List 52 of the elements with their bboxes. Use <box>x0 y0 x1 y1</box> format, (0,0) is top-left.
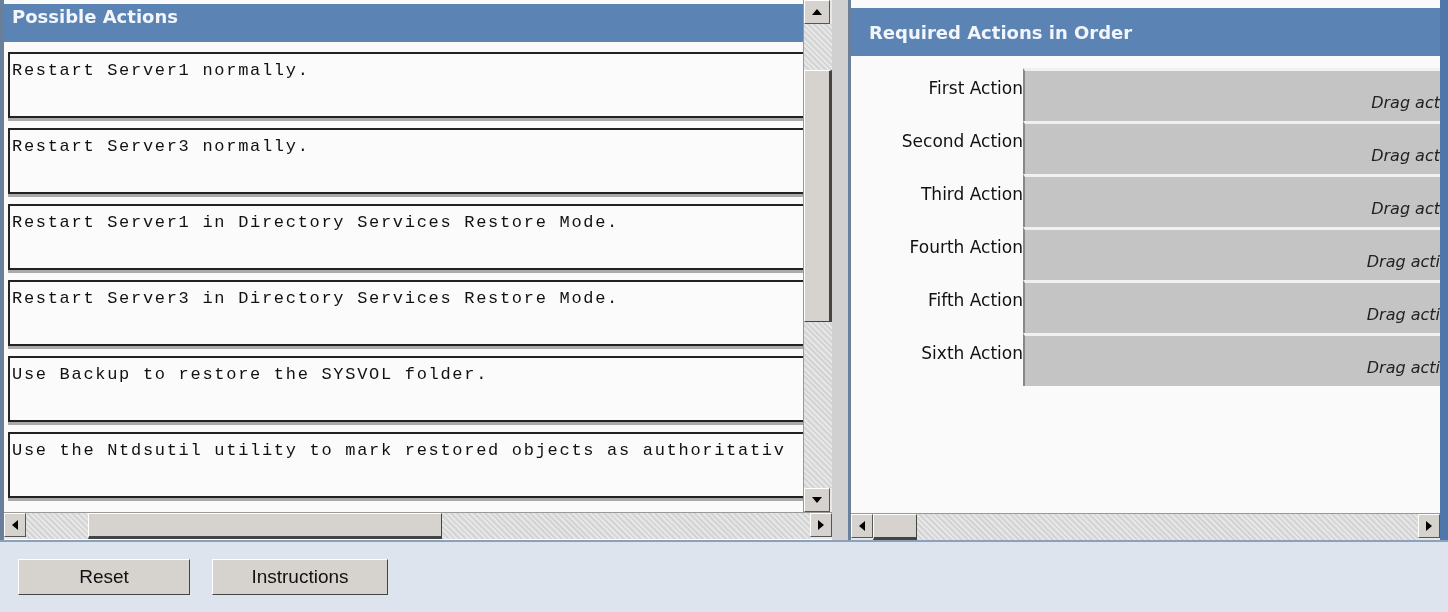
action-card[interactable]: Restart Server1 in Directory Services Restore Mode. <box>8 204 803 270</box>
scroll-thumb[interactable] <box>804 70 832 322</box>
slot-label: Second Action <box>900 130 1023 153</box>
action-card[interactable]: Use Backup to restore the SYSVOL folder. <box>8 356 803 422</box>
action-card[interactable]: Use the Ntdsutil utility to mark restored objects as authoritativ <box>8 432 803 498</box>
action-text: Use the Ntdsutil utility to mark restored objects as authoritativ <box>12 441 786 460</box>
action-text: Restart Server1 normally. <box>12 61 310 80</box>
drop-placeholder: Drag act <box>1371 92 1440 112</box>
drop-zone[interactable]: Drag acti <box>1023 227 1440 280</box>
down-arrow-icon <box>812 497 822 503</box>
horizontal-scrollbar[interactable] <box>851 513 1440 540</box>
action-text: Restart Server1 in Directory Services Restore Mode. <box>12 213 619 232</box>
slot-label: Sixth Action <box>920 342 1023 365</box>
scroll-right-button[interactable] <box>1418 514 1440 538</box>
reset-button[interactable]: Reset <box>18 559 190 595</box>
action-text: Use Backup to restore the SYSVOL folder. <box>12 365 489 384</box>
drop-placeholder: Drag acti <box>1366 357 1440 377</box>
action-card[interactable]: Restart Server3 in Directory Services Restore Mode. <box>8 280 803 346</box>
slot-label: Fifth Action <box>926 289 1023 312</box>
drop-placeholder: Drag act <box>1371 145 1440 165</box>
drop-zone[interactable]: Drag act <box>1023 68 1440 121</box>
scroll-left-button[interactable] <box>4 513 26 537</box>
action-text: Restart Server3 normally. <box>12 137 310 156</box>
scroll-down-button[interactable] <box>804 488 830 512</box>
action-card[interactable]: Restart Server1 normally. <box>8 52 803 118</box>
horizontal-scrollbar[interactable] <box>4 512 832 539</box>
slot-label: Fourth Action <box>908 236 1023 259</box>
drop-zone[interactable]: Drag act <box>1023 121 1440 174</box>
drop-zone[interactable]: Drag acti <box>1023 280 1440 333</box>
drop-zone[interactable]: Drag act <box>1023 174 1440 227</box>
scroll-thumb[interactable] <box>873 514 917 540</box>
action-card[interactable]: Restart Server3 normally. <box>8 128 803 194</box>
up-arrow-icon <box>812 9 822 15</box>
vertical-scrollbar[interactable] <box>803 0 832 512</box>
right-arrow-icon <box>818 520 824 530</box>
scroll-left-button[interactable] <box>851 514 873 538</box>
drop-placeholder: Drag acti <box>1366 304 1440 324</box>
panel-title: Possible Actions <box>12 5 178 27</box>
slot-label: Third Action <box>920 183 1023 206</box>
slot-label: First Action <box>927 77 1023 100</box>
drop-zone[interactable]: Drag acti <box>1023 333 1440 386</box>
right-arrow-icon <box>1426 521 1432 531</box>
drop-placeholder: Drag act <box>1371 198 1440 218</box>
left-arrow-icon <box>859 521 865 531</box>
scroll-thumb[interactable] <box>88 513 442 539</box>
instructions-button[interactable]: Instructions <box>212 559 388 595</box>
scroll-right-button[interactable] <box>810 513 832 537</box>
action-text: Restart Server3 in Directory Services Restore Mode. <box>12 289 619 308</box>
left-arrow-icon <box>12 520 18 530</box>
scroll-up-button[interactable] <box>804 0 830 24</box>
panel-title: Required Actions in Order <box>869 21 1133 43</box>
drop-placeholder: Drag acti <box>1366 251 1440 271</box>
